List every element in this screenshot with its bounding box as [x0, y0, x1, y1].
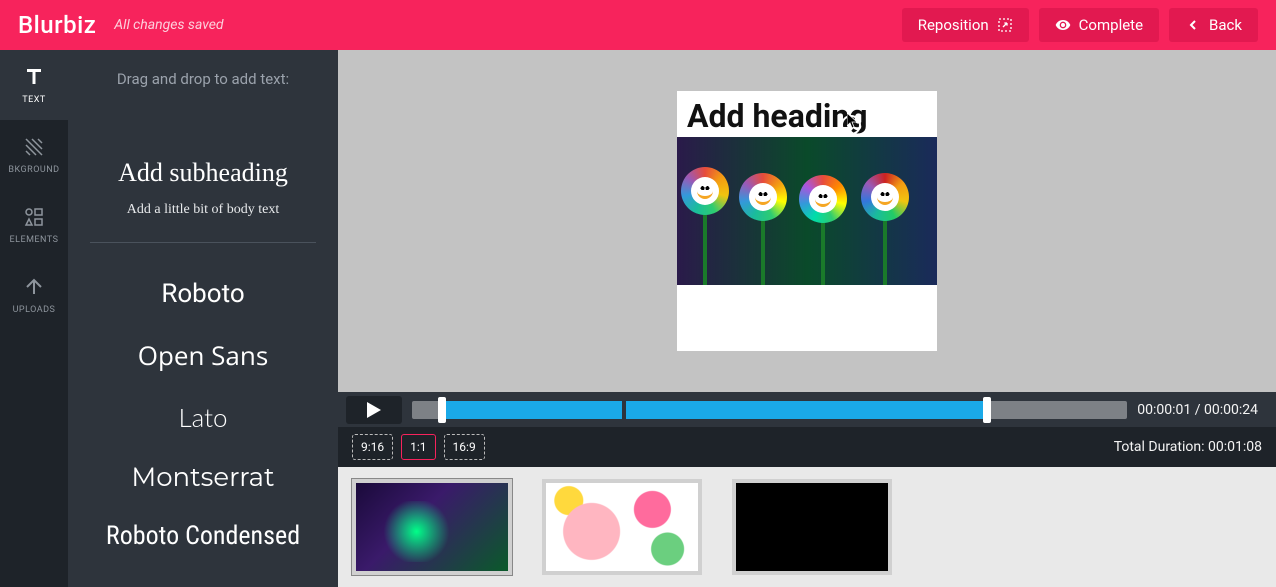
complete-label: Complete [1079, 16, 1143, 34]
play-icon [367, 402, 381, 418]
timeline-selection [442, 401, 987, 419]
iconbar-item-background[interactable]: BKGROUND [0, 120, 68, 190]
background-icon [22, 135, 46, 159]
reposition-icon [997, 17, 1013, 33]
iconbar-label: ELEMENTS [10, 235, 59, 245]
clip-thumbnail-2[interactable] [542, 479, 702, 575]
iconbar-item-elements[interactable]: ELEMENTS [0, 190, 68, 260]
aspect-ratio-16-9[interactable]: 16:9 [444, 434, 485, 460]
back-label: Back [1209, 16, 1242, 34]
format-bar: 9:16 1:1 16:9 Total Duration: 00:01:08 [338, 427, 1276, 467]
font-option-robotocondensed[interactable]: Roboto Condensed [90, 507, 316, 565]
complete-button[interactable]: Complete [1039, 8, 1159, 42]
canvas-stage[interactable]: Add heading [338, 50, 1276, 392]
play-button[interactable] [346, 396, 402, 424]
text-icon [22, 65, 46, 89]
app-header: Blurbiz All changes saved Reposition Com… [0, 0, 1276, 50]
total-duration: Total Duration: 00:01:08 [1114, 439, 1262, 455]
total-duration-value: 00:01:08 [1208, 439, 1262, 455]
iconbar-item-text[interactable]: TEXT [0, 50, 68, 120]
app-logo: Blurbiz [18, 11, 96, 39]
trim-handle-end[interactable] [983, 397, 991, 423]
aspect-ratio-1-1[interactable]: 1:1 [401, 434, 435, 460]
canvas-heading-label: Add heading [687, 97, 868, 135]
eye-icon [1055, 17, 1071, 33]
chevron-left-icon [1185, 17, 1201, 33]
text-panel: Drag and drop to add text: Add subheadin… [68, 50, 338, 587]
time-total: 00:00:24 [1204, 402, 1258, 418]
clip-thumbnail-1[interactable] [352, 479, 512, 575]
timeline-bar: 00:00:01 / 00:00:24 [338, 392, 1276, 427]
clip-thumbnail-3[interactable] [732, 479, 892, 575]
canvas-heading-text[interactable]: Add heading [677, 91, 937, 137]
iconbar-label: UPLOADS [13, 305, 56, 315]
trim-handle-start[interactable] [438, 397, 446, 423]
font-option-opensans[interactable]: Open Sans [90, 323, 316, 387]
tool-iconbar: TEXT BKGROUND ELEMENTS UPLOADS [0, 50, 68, 587]
add-subheading-template[interactable]: Add subheading [90, 158, 316, 188]
back-button[interactable]: Back [1169, 8, 1258, 42]
aspect-ratio-9-16[interactable]: 9:16 [352, 434, 393, 460]
timeline-split [622, 401, 626, 419]
total-duration-label: Total Duration: [1114, 439, 1205, 455]
time-readout: 00:00:01 / 00:00:24 [1137, 402, 1258, 418]
canvas-media[interactable] [677, 137, 937, 285]
clip-strip [338, 467, 1276, 587]
iconbar-item-uploads[interactable]: UPLOADS [0, 260, 68, 330]
uploads-icon [22, 275, 46, 299]
elements-icon [22, 205, 46, 229]
font-option-roboto[interactable]: Roboto [90, 265, 316, 323]
cursor-arrow-icon [847, 113, 859, 129]
font-option-lato[interactable]: Lato [90, 387, 316, 447]
iconbar-label: BKGROUND [8, 165, 59, 175]
canvas[interactable]: Add heading [677, 91, 937, 351]
iconbar-label: TEXT [22, 95, 46, 105]
save-status: All changes saved [114, 17, 891, 33]
reposition-label: Reposition [918, 16, 989, 34]
editor-area: Add heading 00:00:01 / [338, 50, 1276, 587]
panel-divider [90, 242, 316, 243]
add-bodytext-template[interactable]: Add a little bit of body text [90, 202, 316, 218]
time-current: 00:00:01 [1137, 402, 1191, 418]
panel-hint: Drag and drop to add text: [90, 70, 316, 88]
reposition-button[interactable]: Reposition [902, 8, 1029, 42]
timeline-track[interactable] [412, 401, 1127, 419]
font-option-montserrat[interactable]: Montserrat [90, 447, 316, 507]
